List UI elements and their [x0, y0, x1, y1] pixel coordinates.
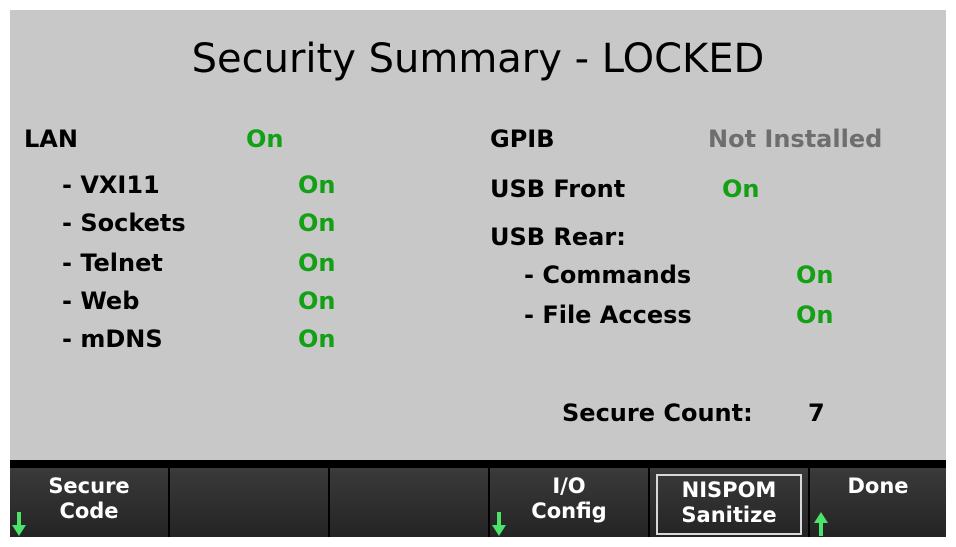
lan-web-value: On — [298, 287, 336, 315]
softkey-nispom-sanitize[interactable]: NISPOM Sanitize — [650, 468, 808, 537]
usb-rear-file-access-label: - File Access — [524, 301, 692, 329]
instrument-screen: Security Summary - LOCKED LAN On - VXI11… — [10, 10, 946, 537]
softkey-io-config-label: I/O Config — [531, 474, 607, 523]
softkey-2[interactable] — [170, 468, 328, 537]
secure-count-label: Secure Count: — [562, 399, 753, 427]
lan-value: On — [246, 125, 284, 153]
usb-rear-label: USB Rear: — [490, 223, 626, 251]
down-arrow-icon — [12, 512, 26, 536]
secure-count-value: 7 — [808, 399, 825, 427]
usb-front-value: On — [722, 175, 760, 203]
lan-sockets-value: On — [298, 209, 336, 237]
gpib-value: Not Installed — [708, 125, 883, 153]
up-arrow-icon — [814, 512, 828, 536]
lan-label: LAN — [24, 125, 78, 153]
lan-mdns-label: - mDNS — [62, 325, 163, 353]
softkey-secure-code-label: Secure Code — [48, 474, 130, 523]
page-title: Security Summary - LOCKED — [191, 36, 765, 82]
softkey-bar: Secure Code I/O Config NISPOM Sanitize D… — [10, 460, 946, 537]
gpib-label: GPIB — [490, 125, 555, 153]
usb-rear-commands-value: On — [796, 261, 834, 289]
lan-telnet-value: On — [298, 249, 336, 277]
lan-telnet-label: - Telnet — [62, 249, 163, 277]
softkey-secure-code[interactable]: Secure Code — [10, 468, 168, 537]
softkey-done-label: Done — [847, 474, 909, 498]
softkey-nispom-sanitize-label: NISPOM Sanitize — [656, 474, 802, 535]
usb-rear-commands-label: - Commands — [524, 261, 692, 289]
softkey-io-config[interactable]: I/O Config — [490, 468, 648, 537]
softkey-3[interactable] — [330, 468, 488, 537]
usb-front-label: USB Front — [490, 175, 626, 203]
lan-sockets-label: - Sockets — [62, 209, 186, 237]
lan-mdns-value: On — [298, 325, 336, 353]
down-arrow-icon — [492, 512, 506, 536]
softkey-done[interactable]: Done — [810, 468, 946, 537]
lan-vxi11-label: - VXI11 — [62, 171, 160, 199]
lan-vxi11-value: On — [298, 171, 336, 199]
lan-web-label: - Web — [62, 287, 140, 315]
usb-rear-file-access-value: On — [796, 301, 834, 329]
